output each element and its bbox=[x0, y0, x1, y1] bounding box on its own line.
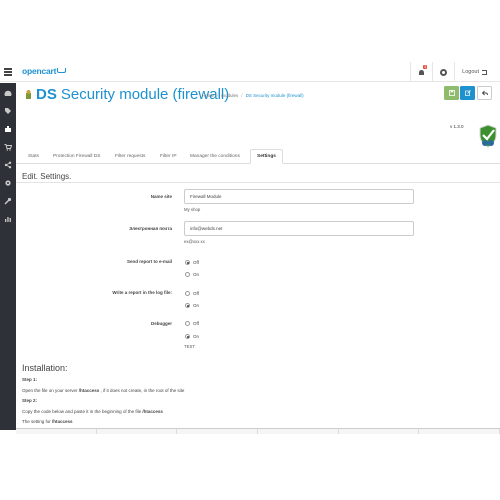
write-log-on-radio[interactable]: On bbox=[185, 303, 199, 308]
puzzle-icon[interactable] bbox=[4, 125, 12, 133]
version-label: v 1.3.0 bbox=[450, 124, 464, 129]
divider bbox=[16, 182, 500, 183]
breadcrumb-home[interactable]: Home bbox=[202, 93, 214, 98]
tags-icon[interactable] bbox=[4, 107, 12, 115]
help-button[interactable] bbox=[432, 62, 454, 82]
radio-unchecked-icon bbox=[185, 321, 190, 326]
tab-protection-firewall[interactable]: Protection Firewall DS bbox=[47, 149, 106, 164]
email-input[interactable]: info@webds.net bbox=[184, 221, 414, 236]
floppy-icon bbox=[448, 90, 455, 96]
tab-manager-conditions[interactable]: Manager the conditions bbox=[184, 149, 246, 164]
save-button[interactable] bbox=[444, 86, 459, 100]
step2-label: Step 2: bbox=[22, 398, 38, 403]
shield-check-icon bbox=[479, 124, 497, 148]
radio-checked-icon bbox=[185, 303, 190, 308]
module-icon bbox=[26, 90, 31, 99]
wrench-icon[interactable] bbox=[4, 197, 12, 205]
breadcrumb-modules[interactable]: modules bbox=[221, 93, 238, 98]
tab-filter-ip[interactable]: Filter IP bbox=[154, 149, 183, 164]
radio-unchecked-icon bbox=[185, 291, 190, 296]
sidebar bbox=[0, 83, 16, 430]
tab-bar: Stats Protection Firewall DS Filter requ… bbox=[16, 149, 500, 164]
logout-button[interactable]: Logout bbox=[454, 62, 494, 82]
email-label: Электронная почта bbox=[129, 226, 172, 231]
reply-icon bbox=[481, 90, 488, 96]
cog-icon[interactable] bbox=[4, 179, 12, 187]
radio-checked-icon bbox=[185, 334, 190, 339]
notification-badge: 3 bbox=[423, 65, 428, 69]
back-button[interactable] bbox=[477, 86, 492, 100]
step1-label: Step 1: bbox=[22, 377, 38, 382]
debugger-help: TEST bbox=[184, 344, 195, 349]
logout-label: Logout bbox=[462, 69, 479, 75]
menu-toggle-icon[interactable] bbox=[4, 68, 12, 76]
bell-icon bbox=[418, 69, 425, 76]
cart-icon[interactable] bbox=[4, 143, 13, 151]
radio-checked-icon bbox=[185, 260, 190, 265]
section-title: Edit. Settings. bbox=[22, 172, 72, 181]
title-prefix: DS bbox=[36, 86, 57, 103]
lifebuoy-icon bbox=[440, 68, 448, 76]
name-site-help: My shop bbox=[184, 207, 201, 212]
edit-icon bbox=[464, 90, 471, 96]
debugger-off-radio[interactable]: Off bbox=[185, 321, 199, 326]
share-icon[interactable] bbox=[4, 161, 12, 169]
send-report-on-radio[interactable]: On bbox=[185, 272, 199, 277]
dashboard-icon[interactable] bbox=[4, 89, 12, 97]
step3-text: The setting for /htaccess bbox=[22, 419, 73, 424]
opencart-logo[interactable]: opencart bbox=[22, 66, 67, 76]
tab-stats[interactable]: Stats bbox=[22, 149, 45, 164]
tab-filter-requests[interactable]: Filter requests bbox=[109, 149, 151, 164]
debugger-label: Debugger bbox=[150, 321, 172, 326]
email-help: ex@xxx.xx bbox=[184, 239, 205, 244]
notifications-button[interactable]: 3 bbox=[410, 62, 432, 82]
step2-text: Copy the code below and paste it in the … bbox=[22, 409, 163, 414]
step1-text: Open the file on your server /htaccess ,… bbox=[22, 388, 185, 393]
bar-chart-icon[interactable] bbox=[4, 215, 12, 223]
name-site-label: Name site bbox=[150, 194, 172, 199]
radio-unchecked-icon bbox=[185, 272, 190, 277]
tab-settings[interactable]: Settings bbox=[250, 149, 283, 164]
name-site-input[interactable]: Firewall Module bbox=[184, 189, 414, 204]
breadcrumb: Home / modules / DS Security module (firewal… bbox=[202, 93, 304, 98]
top-header: opencart 3 Logout bbox=[0, 62, 500, 82]
send-report-label: Send report to e-mail bbox=[126, 259, 172, 264]
write-log-off-radio[interactable]: Off bbox=[185, 291, 199, 296]
installation-title: Installation: bbox=[22, 363, 68, 373]
sign-out-icon bbox=[482, 69, 487, 75]
page-title: DS Security module (firewall) bbox=[24, 86, 229, 103]
breadcrumb-current[interactable]: DS Security module (firewall) bbox=[246, 93, 304, 98]
debugger-on-radio[interactable]: On bbox=[185, 334, 199, 339]
apply-button[interactable] bbox=[460, 86, 475, 100]
send-report-off-radio[interactable]: Off bbox=[185, 260, 199, 265]
code-box bbox=[16, 428, 500, 434]
write-log-label: Write a report in the log file: bbox=[112, 290, 172, 295]
